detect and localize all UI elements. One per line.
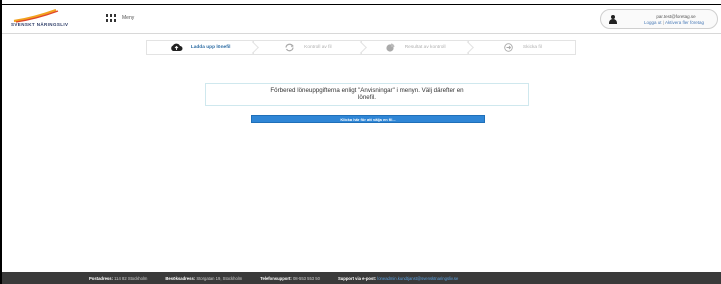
link-separator: | bbox=[662, 20, 664, 25]
choose-file-button[interactable]: Klicka här för att välja en fil... bbox=[251, 115, 485, 123]
cloud-upload-icon bbox=[170, 43, 183, 52]
footer-visit: Besöksadress: Storgatan 19, Stockholm bbox=[165, 275, 243, 281]
footer-phone: Telefonsupport: 08-553 553 50 bbox=[260, 275, 320, 281]
footer-support: Support via e-post: loneadmin.kundtjanst… bbox=[337, 275, 459, 281]
instruction-notice: Förbered löneuppgifterna enligt "Anvisni… bbox=[205, 83, 529, 106]
notice-line-2: lönefil. bbox=[358, 94, 376, 101]
footer-postal: Postadress: 114 82 Stockholm bbox=[89, 275, 148, 281]
progress-steps: Ladda upp lönefil Kontroll av fil Result… bbox=[146, 40, 576, 55]
step-upload[interactable]: Ladda upp lönefil bbox=[146, 40, 260, 55]
logo-swoosh-icon bbox=[13, 9, 59, 23]
step-label: Kontroll av fil bbox=[304, 45, 332, 50]
notice-line-1: Förbered löneuppgifterna enligt "Anvisni… bbox=[270, 87, 464, 94]
logout-link[interactable]: Logga ut bbox=[644, 20, 662, 25]
step-label: Skicka fil bbox=[522, 45, 542, 50]
window-left-border bbox=[0, 0, 2, 284]
top-header: SVENSKT NÄRINGSLIV Meny par.test@foretag… bbox=[2, 6, 721, 34]
step-label: Resultat av kontroll bbox=[404, 45, 446, 50]
user-email: par.test@foretag.se bbox=[656, 14, 696, 19]
send-icon bbox=[502, 43, 515, 52]
step-label: Ladda upp lönefil bbox=[190, 45, 231, 50]
logo-text: SVENSKT NÄRINGSLIV bbox=[11, 22, 69, 27]
pie-chart-icon bbox=[384, 43, 397, 52]
menu-button[interactable]: Meny bbox=[106, 14, 134, 22]
window-top-border bbox=[0, 0, 721, 5]
user-panel: par.test@foretag.se Logga ut | Aktivera … bbox=[600, 9, 718, 29]
user-icon bbox=[609, 15, 617, 24]
grid-menu-icon bbox=[106, 14, 116, 22]
step-result[interactable]: Resultat av kontroll bbox=[361, 40, 474, 55]
footer: Postadress: 114 82 Stockholm Besöksadres… bbox=[2, 272, 721, 284]
user-links: Logga ut | Aktivera fler företag bbox=[631, 20, 717, 25]
step-send[interactable]: Skicka fil bbox=[468, 40, 576, 55]
support-email-link[interactable]: loneadmin.kundtjanst@svensktnaringsliv.s… bbox=[377, 276, 458, 281]
logo[interactable]: SVENSKT NÄRINGSLIV bbox=[10, 9, 76, 31]
menu-label: Meny bbox=[122, 15, 135, 21]
step-check[interactable]: Kontroll av fil bbox=[254, 40, 367, 55]
refresh-icon bbox=[283, 43, 296, 52]
switch-company-link[interactable]: Aktivera fler företag bbox=[665, 20, 704, 25]
